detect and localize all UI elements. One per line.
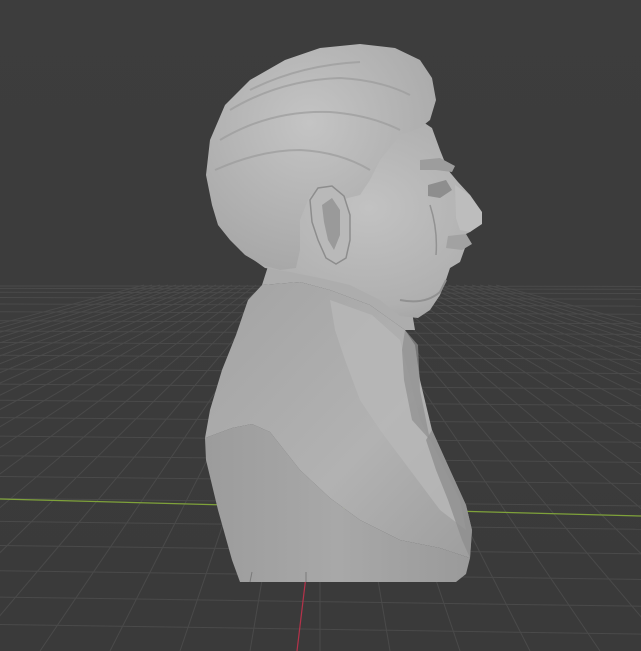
3d-viewport[interactable] — [0, 0, 641, 651]
viewport-canvas[interactable] — [0, 0, 641, 651]
